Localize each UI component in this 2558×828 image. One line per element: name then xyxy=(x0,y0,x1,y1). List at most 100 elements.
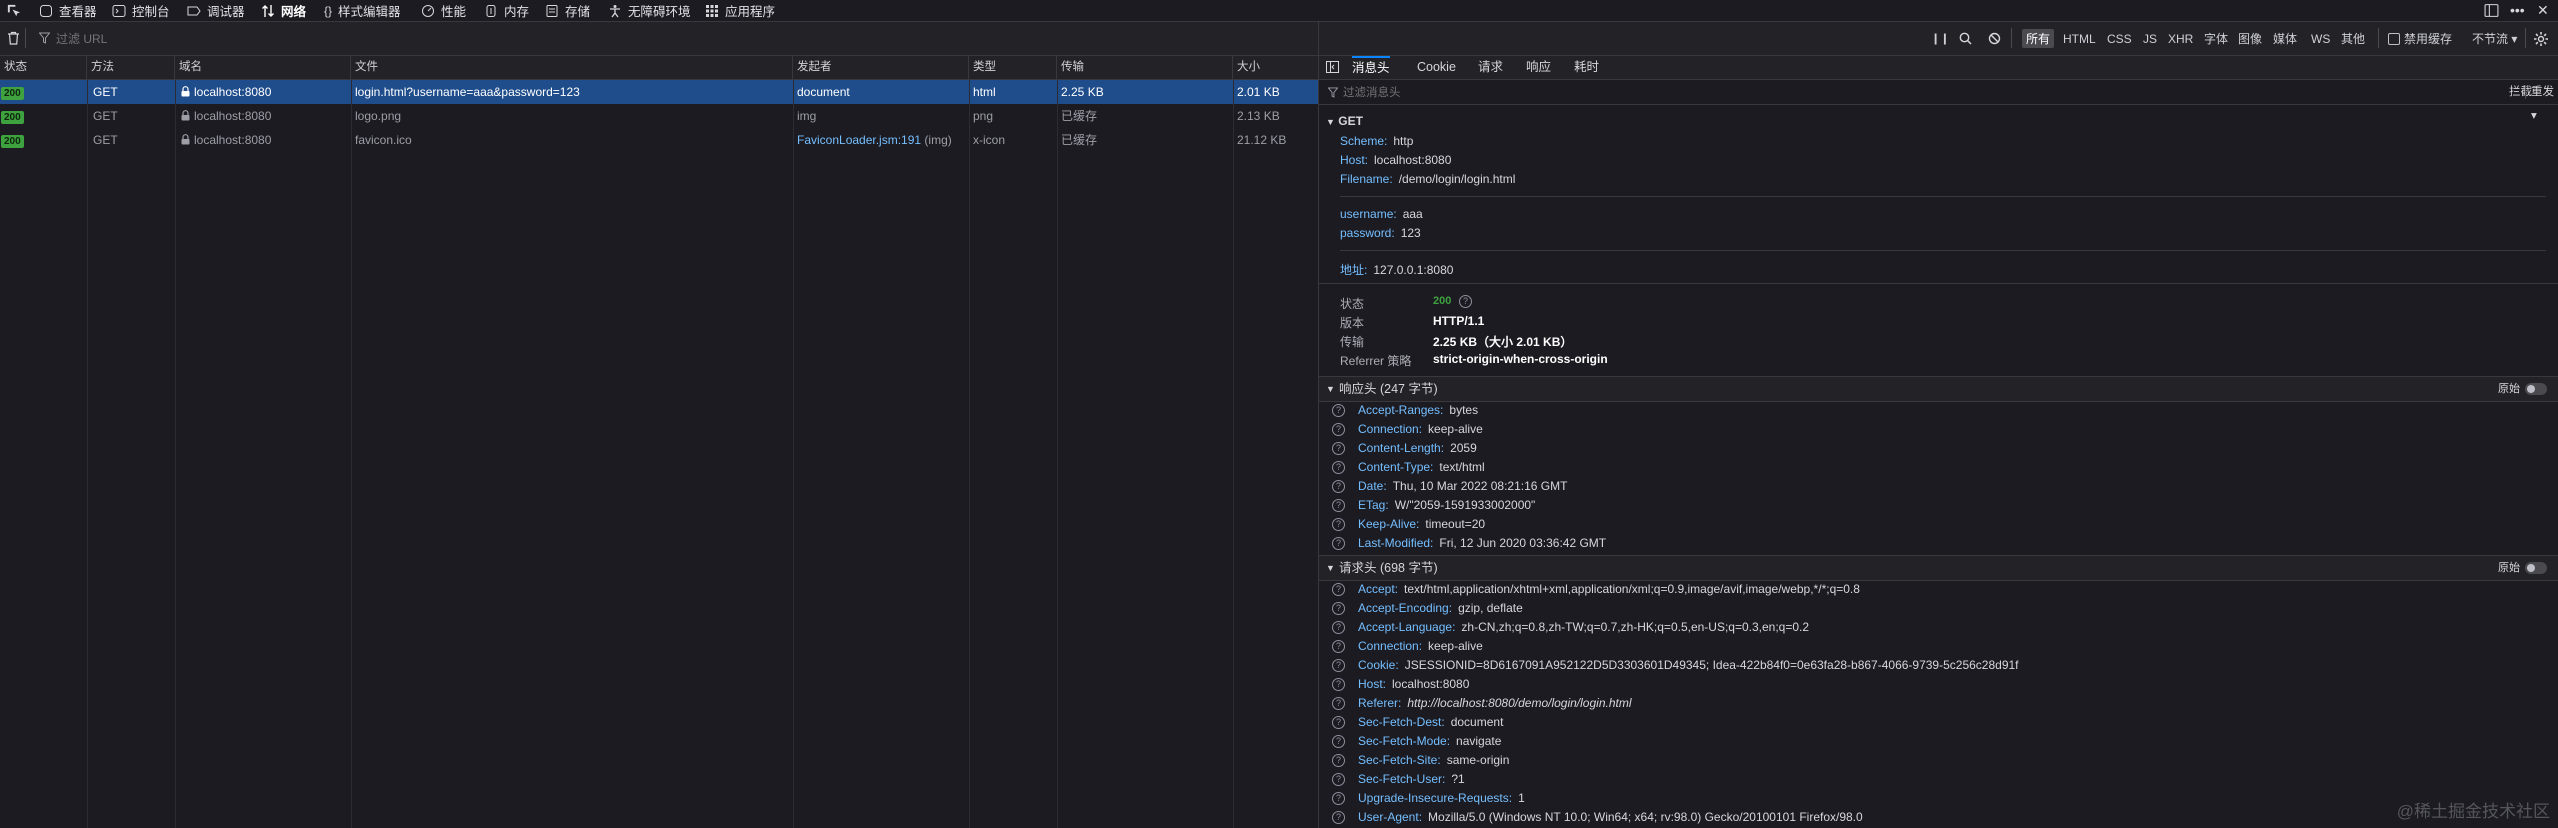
tab-storage[interactable]: 存储 xyxy=(545,0,590,21)
help-icon[interactable]: ? xyxy=(1332,404,1345,417)
help-icon[interactable]: ? xyxy=(1332,754,1345,767)
initiator-link[interactable]: FaviconLoader.jsm:191 xyxy=(797,133,921,147)
filter-type-other-label: 其他 xyxy=(2341,32,2366,46)
help-icon[interactable]: ? xyxy=(1332,461,1345,474)
help-icon[interactable]: ? xyxy=(1332,659,1345,672)
help-icon[interactable]: ? xyxy=(1332,621,1345,634)
help-icon[interactable]: ? xyxy=(1459,295,1472,308)
disable-cache-toggle[interactable]: 禁用缓存 xyxy=(2388,22,2452,55)
table-row[interactable]: 200 GET localhost:8080 login.html?userna… xyxy=(0,80,1318,104)
tab-debugger[interactable]: 调试器 xyxy=(187,0,245,21)
tab-memory[interactable]: 内存 xyxy=(484,0,529,21)
filter-type-js[interactable]: JS xyxy=(2143,22,2157,55)
help-icon[interactable]: ? xyxy=(1332,583,1345,596)
filter-type-html[interactable]: HTML xyxy=(2063,22,2096,55)
tab-response[interactable]: 响应 xyxy=(1526,56,1551,79)
filter-type-css[interactable]: CSS xyxy=(2107,22,2132,55)
filter-type-images[interactable]: 图像 xyxy=(2238,22,2262,55)
header-key: Cookie: xyxy=(1358,658,1399,672)
help-icon[interactable]: ? xyxy=(1332,811,1345,824)
filter-type-xhr[interactable]: XHR xyxy=(2168,22,2193,55)
help-icon[interactable]: ? xyxy=(1332,792,1345,805)
pause-icon[interactable]: ❙❙ xyxy=(1931,22,1949,55)
tab-style-editor[interactable]: {} 样式编辑器 xyxy=(324,0,401,21)
help-icon[interactable]: ? xyxy=(1332,602,1345,615)
help-icon[interactable]: ? xyxy=(1332,518,1345,531)
column-header-status[interactable]: 状态 xyxy=(0,56,87,79)
dock-side-icon[interactable] xyxy=(2484,3,2499,18)
status-cell: 200 xyxy=(0,80,87,104)
filter-type-ws[interactable]: WS xyxy=(2311,22,2330,55)
type-cell: png xyxy=(973,109,994,123)
tab-headers[interactable]: 消息头 xyxy=(1352,56,1390,79)
help-icon[interactable]: ? xyxy=(1332,442,1345,455)
column-header-method[interactable]: 方法 xyxy=(87,56,175,79)
headers-filter-input[interactable] xyxy=(1341,83,2495,103)
tab-accessibility[interactable]: 无障碍环境 xyxy=(608,0,691,21)
help-icon[interactable]: ? xyxy=(1332,678,1345,691)
tab-application[interactable]: 应用程序 xyxy=(705,0,775,21)
help-icon[interactable]: ? xyxy=(1332,716,1345,729)
throttle-select[interactable]: 不节流 ▾ xyxy=(2472,22,2517,55)
help-icon[interactable]: ? xyxy=(1332,423,1345,436)
tab-performance[interactable]: 性能 xyxy=(421,0,466,21)
application-grid-icon xyxy=(706,4,718,17)
block-button[interactable]: 拦截 xyxy=(2509,80,2532,104)
help-icon[interactable]: ? xyxy=(1332,480,1345,493)
tab-console[interactable]: 控制台 xyxy=(112,0,170,21)
divider xyxy=(2525,85,2526,99)
help-icon[interactable]: ? xyxy=(1332,537,1345,550)
lock-icon xyxy=(181,110,190,121)
table-row[interactable]: 200 GET localhost:8080 favicon.ico Favic… xyxy=(0,128,1318,152)
help-icon[interactable]: ? xyxy=(1332,499,1345,512)
tab-inspector[interactable]: 查看器 xyxy=(39,0,97,21)
column-header-transferred[interactable]: 传输 xyxy=(1057,56,1233,79)
element-picker-icon[interactable] xyxy=(6,3,21,18)
filter-type-font[interactable]: 字体 xyxy=(2204,22,2228,55)
resend-button[interactable]: 重发 ▾ xyxy=(2531,80,2558,128)
more-options-icon[interactable]: ••• xyxy=(2510,0,2525,21)
response-headers-section-header[interactable]: ▼ 响应头 (247 字节) 原始 xyxy=(1319,376,2558,402)
tab-cookies[interactable]: Cookie xyxy=(1417,56,1456,79)
network-settings-gear-icon[interactable] xyxy=(2533,22,2549,55)
help-icon[interactable]: ? xyxy=(1332,735,1345,748)
search-icon[interactable] xyxy=(1959,22,1972,55)
domain-cell: localhost:8080 xyxy=(175,80,351,104)
url-filter-input[interactable] xyxy=(54,28,1858,50)
summary-toggle[interactable]: ▼ GET xyxy=(1326,114,1363,128)
tab-timings[interactable]: 耗时 xyxy=(1574,56,1599,79)
address-key: 地址: xyxy=(1340,263,1368,277)
column-header-type[interactable]: 类型 xyxy=(969,56,1057,79)
filter-type-media[interactable]: 媒体 xyxy=(2273,22,2297,55)
raw-toggle[interactable] xyxy=(2525,562,2547,574)
block-requests-icon[interactable] xyxy=(1988,22,2001,55)
table-row[interactable]: 200 GET localhost:8080 logo.png img png … xyxy=(0,104,1318,128)
param-value: aaa xyxy=(1402,207,1423,221)
column-header-initiator[interactable]: 发起者 xyxy=(793,56,969,79)
tab-network[interactable]: 网络 xyxy=(261,0,306,21)
column-header-domain[interactable]: 域名 xyxy=(175,56,351,79)
header-value: Thu, 10 Mar 2022 08:21:16 GMT xyxy=(1392,479,1568,493)
column-header-size[interactable]: 大小 xyxy=(1233,56,1318,79)
toggle-sidebar-icon[interactable] xyxy=(1326,61,1339,73)
trash-clear-icon[interactable] xyxy=(7,31,20,45)
version-row: 版本 HTTP/1.1 xyxy=(1340,314,1484,331)
filter-type-all[interactable]: 所有 xyxy=(2022,22,2055,55)
method-cell: GET xyxy=(93,133,118,147)
request-headers-section-header[interactable]: ▼ 请求头 (698 字节) 原始 xyxy=(1319,555,2558,581)
column-header-file[interactable]: 文件 xyxy=(351,56,793,79)
header-row: ? Content-Type: text/html xyxy=(1332,460,1485,474)
raw-toggle[interactable] xyxy=(2525,383,2547,395)
divider xyxy=(1340,196,2546,197)
tab-request[interactable]: 请求 xyxy=(1478,56,1503,79)
close-icon[interactable]: ✕ xyxy=(2537,2,2549,19)
tab-console-label: 控制台 xyxy=(132,5,170,19)
size-cell: 21.12 KB xyxy=(1237,133,1287,147)
type-cell: html xyxy=(973,85,996,99)
help-icon[interactable]: ? xyxy=(1332,773,1345,786)
help-icon[interactable]: ? xyxy=(1332,640,1345,653)
panel-splitter[interactable] xyxy=(1318,22,1319,828)
filter-type-other[interactable]: 其他 xyxy=(2341,22,2365,55)
disable-cache-checkbox[interactable] xyxy=(2388,32,2400,45)
help-icon[interactable]: ? xyxy=(1332,697,1345,710)
